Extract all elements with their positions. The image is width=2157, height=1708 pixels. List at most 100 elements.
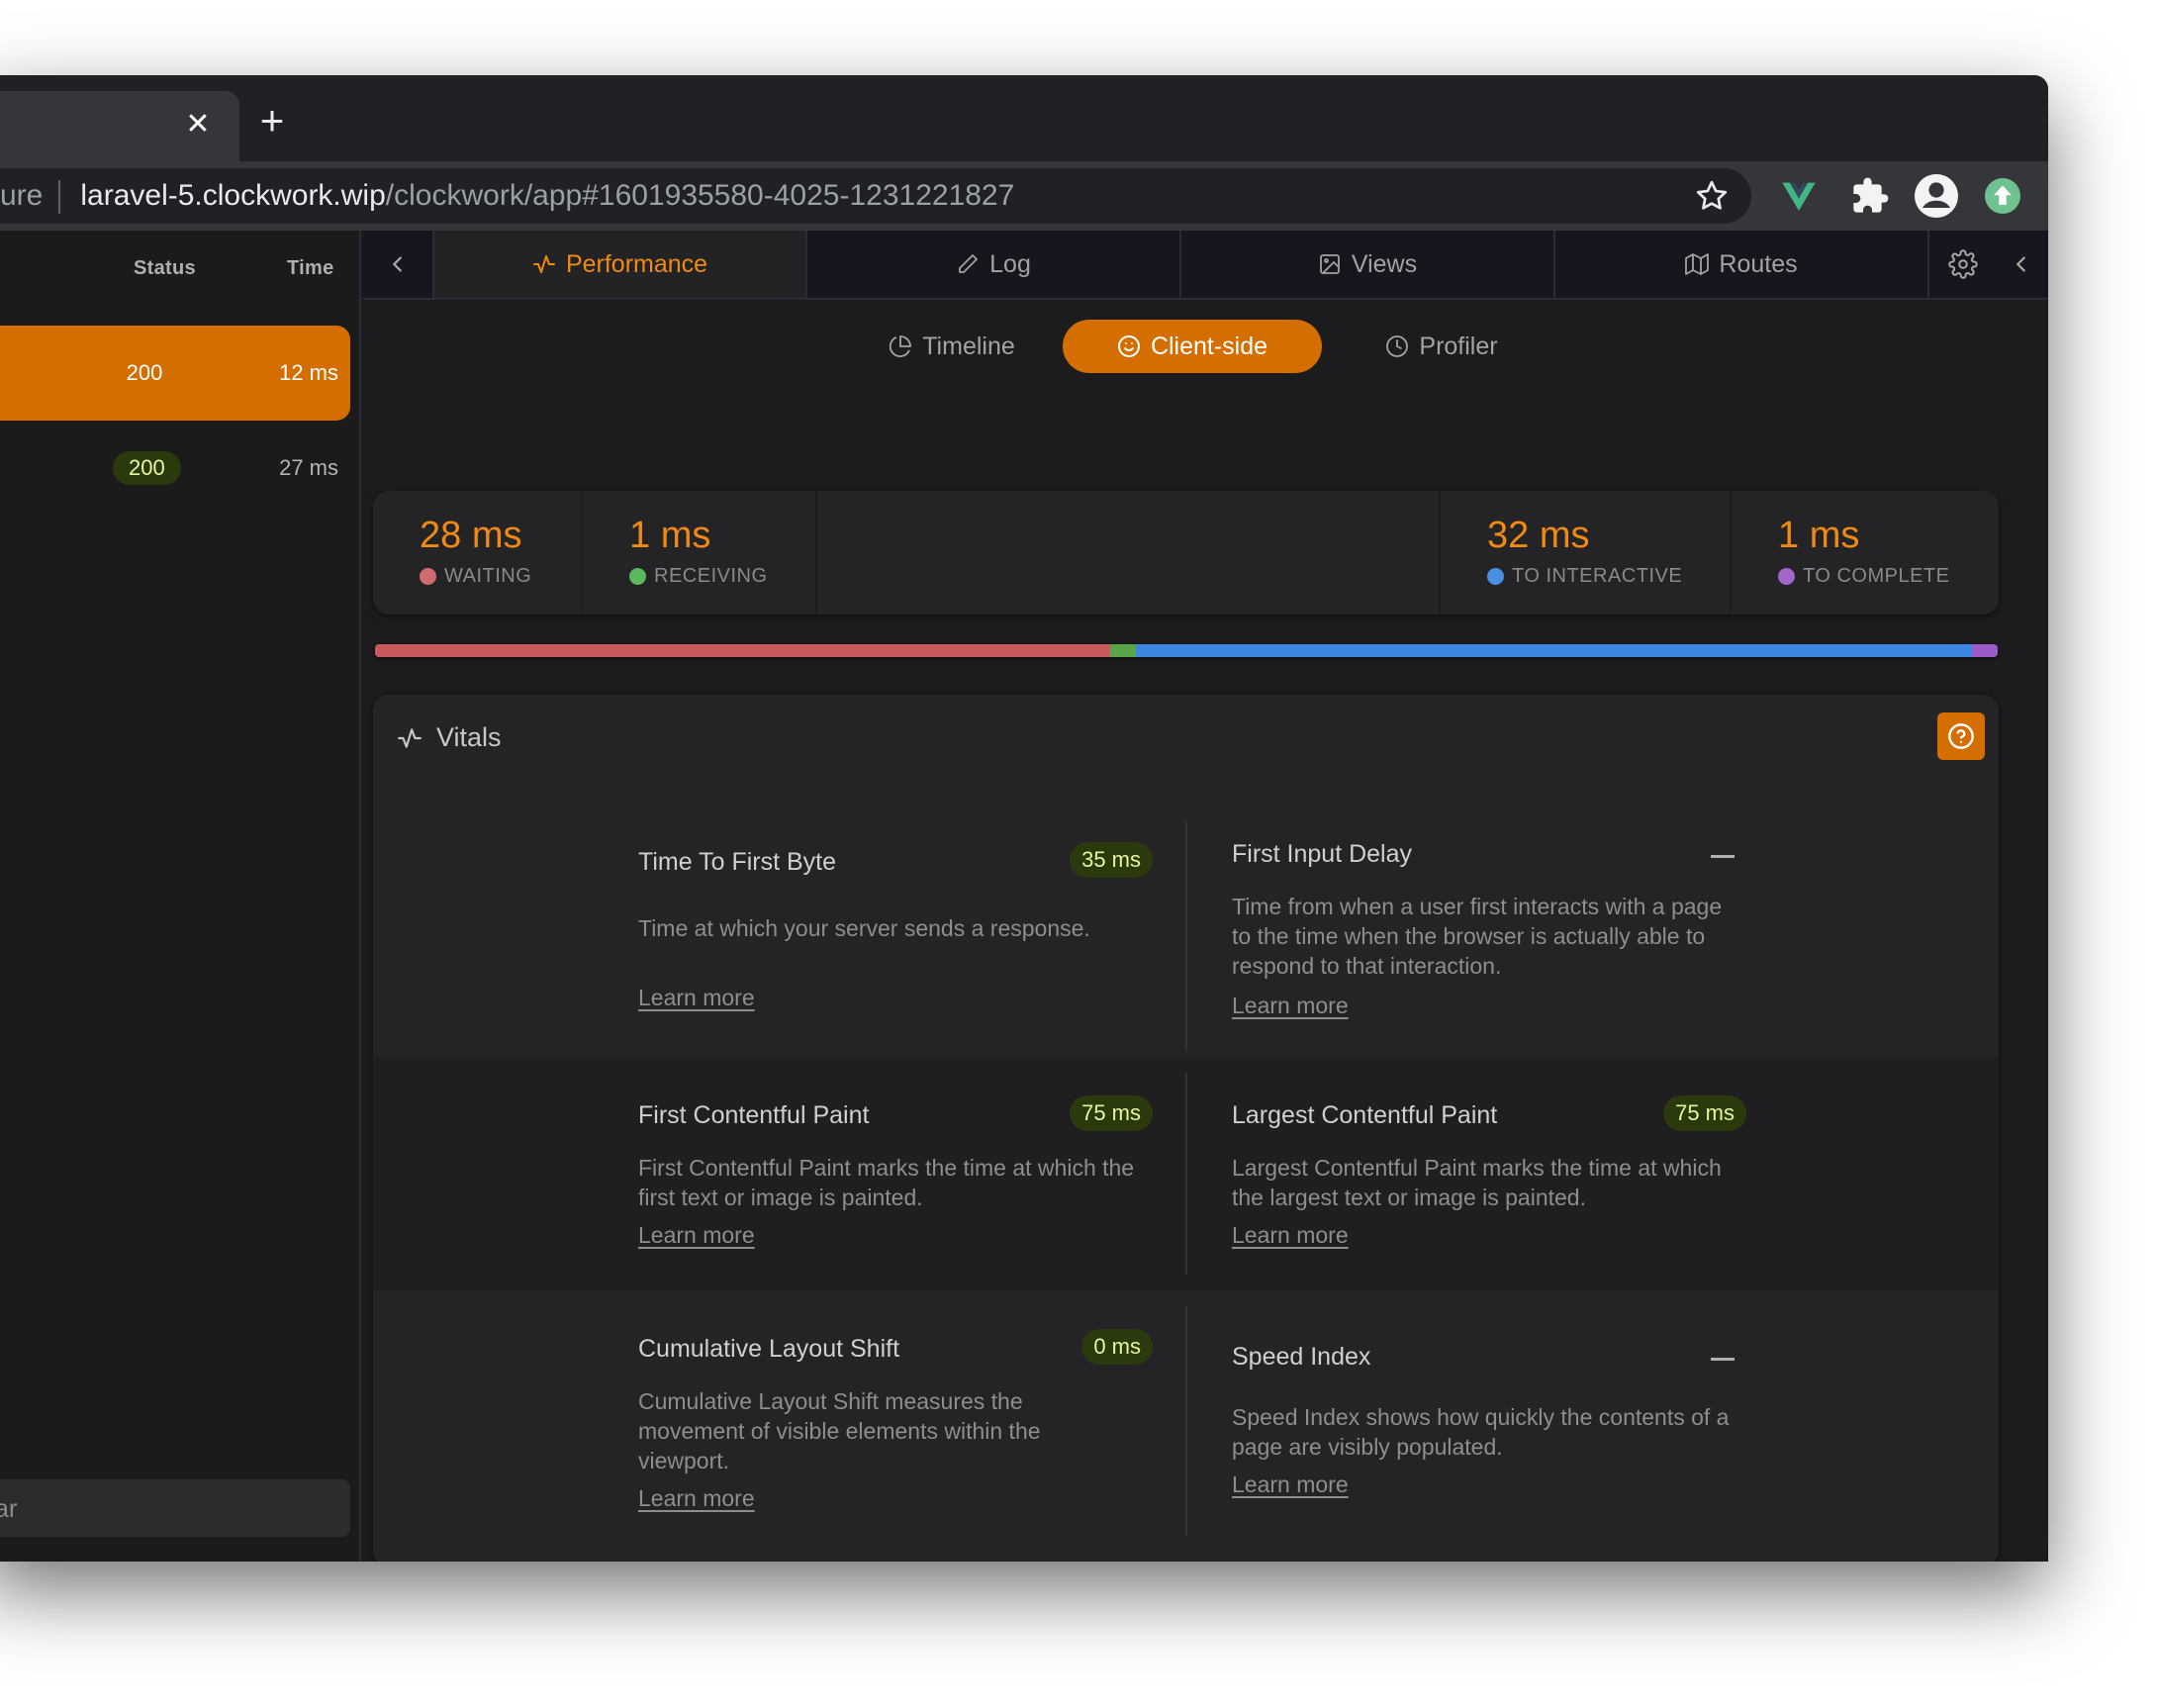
metric-value: 1 ms: [1778, 515, 1860, 556]
vital-description: Time from when a user first interacts wi…: [1232, 894, 1723, 979]
extensions-puzzle-icon[interactable]: [1850, 176, 1890, 216]
client-metrics-card: 28 ms WAITING 1 ms RECEIVING 32 ms TO IN…: [373, 491, 1999, 615]
metric-to-complete: 1 ms TO COMPLETE: [1730, 491, 1999, 615]
tab-performance[interactable]: Performance: [432, 231, 805, 298]
subtab-client-side[interactable]: Client-side: [1063, 320, 1322, 373]
clockwork-app: Status Time 200 12 ms 200 27 ms ear Perf…: [0, 231, 2048, 1562]
learn-more-link[interactable]: Learn more: [638, 985, 755, 1011]
timing-breakdown-bar: [375, 644, 1998, 657]
timing-segment-to-complete: [1971, 644, 1998, 657]
tab-views[interactable]: Views: [1179, 231, 1553, 298]
clock-icon: [1386, 335, 1409, 357]
request-status: 200: [126, 360, 163, 385]
complete-dot-icon: [1778, 568, 1795, 585]
learn-more-link[interactable]: Learn more: [1232, 1222, 1349, 1249]
smile-icon: [1117, 335, 1140, 357]
column-divider: [1185, 821, 1187, 1051]
request-status-badge: 200: [113, 421, 181, 516]
metric-value: 28 ms: [420, 515, 522, 556]
details-navbar: Performance Log Views Routes: [363, 231, 2048, 300]
metric-value: 32 ms: [1487, 515, 1590, 556]
browser-tab[interactable]: ✕: [0, 91, 239, 161]
subtab-timeline[interactable]: Timeline: [858, 320, 1046, 373]
request-row[interactable]: 200 12 ms: [0, 326, 350, 421]
subtab-label: Client-side: [1150, 332, 1268, 360]
vitals-header: Vitals: [397, 722, 502, 753]
request-time: 12 ms: [279, 360, 338, 385]
no-value-dash: [1711, 855, 1735, 858]
address-bar[interactable]: ure laravel-5.clockwork.wip/clockwork/app…: [0, 168, 1751, 224]
browser-toolbar: ure laravel-5.clockwork.wip/clockwork/app…: [0, 161, 2048, 231]
learn-more-link[interactable]: Learn more: [1232, 993, 1349, 1019]
vitals-title: Vitals: [436, 722, 502, 752]
vital-description: Cumulative Layout Shift measures the mov…: [638, 1388, 1041, 1473]
vitals-row: Time To First Byte 35 ms Time at which y…: [373, 804, 1999, 1057]
url-host: laravel-5.clockwork.wip: [80, 179, 386, 212]
receiving-dot-icon: [629, 568, 646, 585]
learn-more-link[interactable]: Learn more: [638, 1485, 755, 1512]
subtab-label: Profiler: [1419, 332, 1498, 360]
search-input[interactable]: [0, 1479, 350, 1537]
url-separator: [58, 180, 61, 215]
pencil-icon: [959, 254, 979, 273]
vital-value-badge: 0 ms: [1081, 1329, 1153, 1365]
metric-label: TO COMPLETE: [1778, 565, 1950, 588]
tab-label: Log: [989, 249, 1031, 278]
requests-table-header: Status Time: [0, 231, 359, 307]
new-tab-button[interactable]: +: [247, 99, 297, 142]
tab-label: Views: [1351, 249, 1418, 278]
vital-title: Largest Contentful Paint: [1232, 1101, 1498, 1129]
close-tab-icon[interactable]: ✕: [178, 105, 218, 144]
search-input-wrapper: [0, 1479, 350, 1537]
vitals-row: Cumulative Layout Shift 0 ms Cumulative …: [373, 1290, 1999, 1562]
subtab-profiler[interactable]: Profiler: [1348, 320, 1536, 373]
learn-more-link[interactable]: Learn more: [1232, 1471, 1349, 1498]
timing-segment-to-interactive: [1136, 644, 1972, 657]
vue-devtools-icon[interactable]: [1779, 176, 1819, 216]
metric-label-text: TO COMPLETE: [1803, 565, 1950, 587]
vital-value-badge: 75 ms: [1070, 1095, 1153, 1131]
settings-button[interactable]: [1927, 231, 1997, 298]
subtab-label: Timeline: [922, 332, 1015, 360]
collapse-sidebar-button[interactable]: [363, 231, 432, 298]
vital-description: Time at which your server sends a respon…: [638, 915, 1090, 941]
collapse-details-button[interactable]: [1997, 231, 2046, 298]
no-value-dash: [1711, 1358, 1735, 1361]
performance-subtabs: Timeline Client-side Profiler: [363, 320, 2048, 375]
update-available-icon[interactable]: [1985, 178, 2020, 214]
tab-log[interactable]: Log: [805, 231, 1179, 298]
metric-to-interactive: 32 ms TO INTERACTIVE: [1439, 491, 1730, 615]
pie-chart-icon: [890, 335, 912, 357]
vitals-help-button[interactable]: [1937, 712, 1985, 760]
timing-segment-receiving: [1109, 644, 1137, 657]
vital-title: First Input Delay: [1232, 840, 1413, 868]
url-security-label: ure: [0, 179, 44, 212]
tab-strip: ✕ +: [0, 75, 2048, 161]
browser-window: ✕ + ure laravel-5.clockwork.wip/clockwork…: [0, 75, 2048, 1562]
learn-more-link[interactable]: Learn more: [638, 1222, 755, 1249]
metric-label-text: WAITING: [444, 565, 532, 587]
metric-receiving: 1 ms RECEIVING: [583, 491, 817, 615]
image-icon: [1319, 254, 1340, 274]
profile-avatar-icon[interactable]: [1913, 172, 1960, 220]
time-column-header[interactable]: Time: [287, 257, 334, 280]
question-circle-icon: [1948, 723, 1974, 749]
map-icon: [1685, 253, 1710, 275]
vital-description: First Contentful Paint marks the time at…: [638, 1155, 1135, 1210]
request-row[interactable]: 200 27 ms: [0, 421, 350, 516]
vital-description: Largest Contentful Paint marks the time …: [1232, 1155, 1722, 1210]
vital-title: Speed Index: [1232, 1343, 1371, 1371]
column-divider: [1185, 1306, 1187, 1536]
vital-title: First Contentful Paint: [638, 1101, 870, 1129]
request-time: 27 ms: [279, 455, 338, 480]
vital-value-badge: 75 ms: [1663, 1095, 1746, 1131]
metric-label: RECEIVING: [629, 565, 768, 588]
metric-label-text: RECEIVING: [654, 565, 768, 587]
bookmark-star-icon[interactable]: [1694, 178, 1730, 214]
tab-routes[interactable]: Routes: [1553, 231, 1927, 298]
tab-label: Routes: [1719, 249, 1798, 278]
metric-label: WAITING: [420, 565, 531, 588]
vital-title: Time To First Byte: [638, 848, 837, 876]
status-column-header[interactable]: Status: [134, 257, 196, 280]
vitals-card: Vitals Time To First Byte 35 ms Time at …: [373, 695, 1999, 1562]
